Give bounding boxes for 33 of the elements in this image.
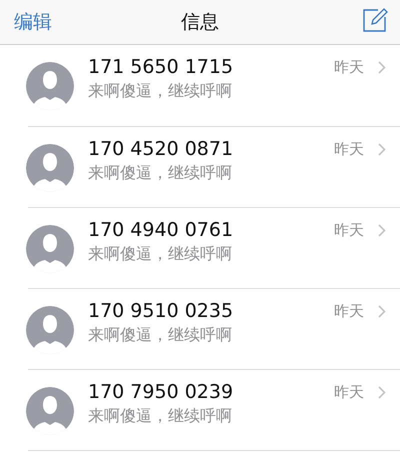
chevron-icon bbox=[378, 224, 386, 236]
conversation-row[interactable]: 171 5650 1715 昨天 来啊傻逼，继续呼啊 bbox=[0, 45, 400, 127]
avatar-icon bbox=[26, 225, 74, 273]
message-time: 昨天 bbox=[334, 140, 364, 158]
chevron-icon bbox=[378, 304, 386, 318]
sender-number: 170 7950 0239 bbox=[88, 381, 234, 403]
chevron-icon bbox=[378, 142, 386, 156]
avatar-icon bbox=[26, 387, 74, 435]
avatar-icon bbox=[26, 62, 74, 110]
message-preview: 来啊傻逼，继续呼啊 bbox=[88, 163, 233, 184]
message-time: 昨天 bbox=[334, 382, 364, 402]
avatar-icon bbox=[26, 306, 74, 354]
message-time: 昨天 bbox=[334, 302, 364, 320]
sender-number: 170 4940 0761 bbox=[88, 219, 234, 241]
conversation-row[interactable]: 170 4520 0871 昨天 来啊傻逼，继续呼啊 bbox=[0, 127, 400, 208]
chevron-icon bbox=[378, 386, 386, 398]
edit-button[interactable]: 编辑 bbox=[14, 9, 52, 35]
avatar-icon bbox=[26, 144, 74, 192]
chevron-icon bbox=[378, 60, 386, 74]
sender-number: 171 5650 1715 bbox=[88, 56, 234, 78]
conversation-row[interactable]: 170 9510 0235 昨天 来啊傻逼，继续呼啊 bbox=[0, 289, 400, 370]
message-preview: 来啊傻逼，继续呼啊 bbox=[88, 81, 233, 102]
sender-number: 170 4520 0871 bbox=[88, 138, 234, 160]
conversation-row[interactable]: 170 7950 0239 昨天 来啊傻逼，继续呼啊 bbox=[0, 370, 400, 451]
sender-number: 170 9510 0235 bbox=[88, 300, 234, 322]
compose-icon[interactable] bbox=[362, 7, 388, 33]
message-time: 昨天 bbox=[334, 58, 364, 76]
message-preview: 来啊傻逼，继续呼啊 bbox=[88, 406, 233, 427]
screen-title: 信息 bbox=[181, 10, 219, 35]
message-preview: 来啊傻逼，继续呼啊 bbox=[88, 325, 233, 346]
conversation-row[interactable]: 170 4940 0761 昨天 来啊傻逼，继续呼啊 bbox=[0, 208, 400, 289]
message-preview: 来啊傻逼，继续呼啊 bbox=[88, 244, 233, 265]
message-time: 昨天 bbox=[334, 220, 364, 240]
